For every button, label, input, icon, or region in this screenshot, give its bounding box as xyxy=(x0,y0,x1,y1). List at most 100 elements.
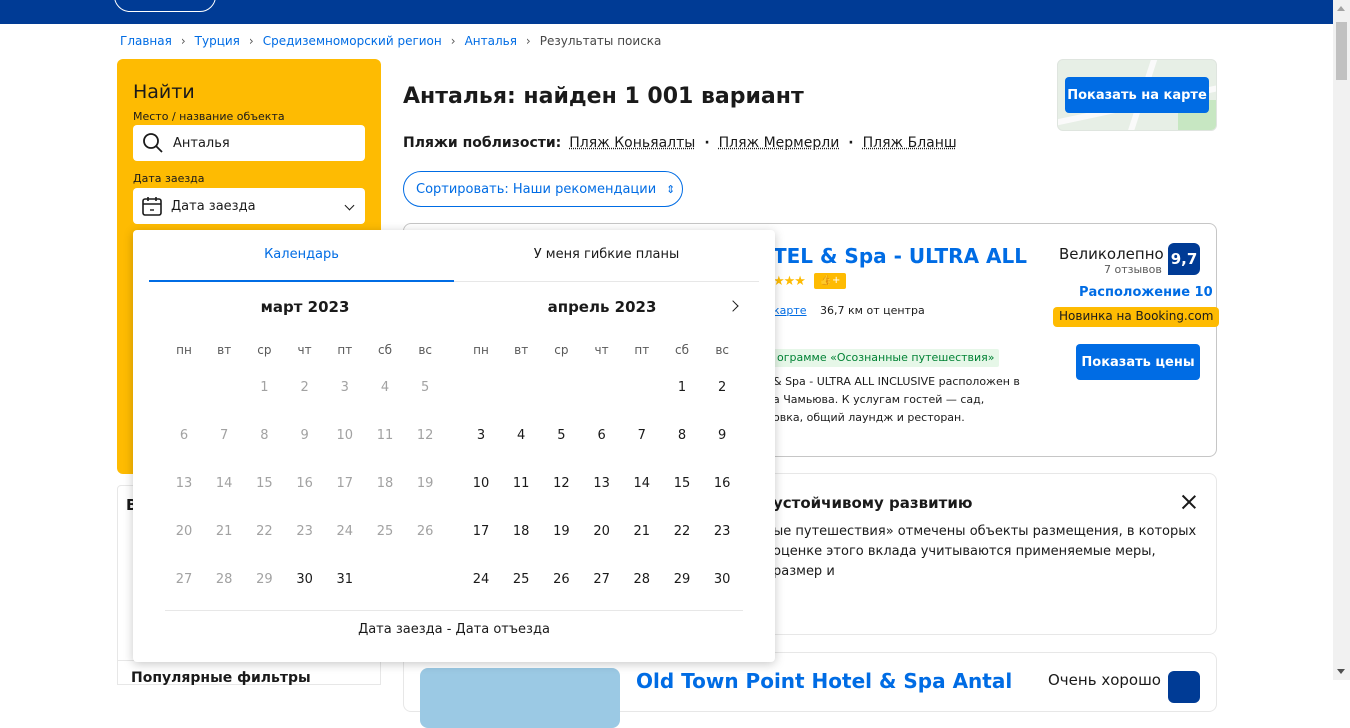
breadcrumb: Главная › Турция › Средиземноморский регио… xyxy=(120,34,661,48)
weekday-label: вс xyxy=(405,343,445,357)
calendar-day: 21 xyxy=(204,524,244,539)
chevron-right-icon: › xyxy=(181,34,186,48)
calendar-day: 25 xyxy=(365,524,405,539)
show-on-map-link[interactable]: карте xyxy=(773,304,807,317)
calendar-day[interactable]: 5 xyxy=(541,428,581,443)
desc-line: а Чамьюва. К услугам гостей — сад, xyxy=(773,391,1023,409)
calendar-day[interactable]: 31 xyxy=(325,572,365,587)
chevron-right-icon: › xyxy=(526,34,531,48)
weekday-label: чт xyxy=(582,343,622,357)
calendar-day[interactable]: 3 xyxy=(461,428,501,443)
beach-link[interactable]: Пляж Коньяалты xyxy=(569,135,695,151)
calendar-icon xyxy=(141,195,163,217)
show-on-map-button[interactable]: Показать на карте xyxy=(1065,77,1209,113)
calendar-day: 6 xyxy=(164,428,204,443)
place-value: Анталья xyxy=(173,136,230,151)
calendar-day: 29 xyxy=(244,572,284,587)
calendar-day[interactable]: 18 xyxy=(501,524,541,539)
beach-link[interactable]: Пляж Бланш xyxy=(863,135,957,151)
calendar-day[interactable]: 22 xyxy=(662,524,702,539)
location-score: Расположение 10 xyxy=(1079,285,1213,300)
beach-link[interactable]: Пляж Мермерли xyxy=(719,135,840,151)
weekday-label: ср xyxy=(244,343,284,357)
desc-line: & Spa - ULTRA ALL INCLUSIVE расположен в xyxy=(773,373,1023,391)
calendar-day: 7 xyxy=(204,428,244,443)
sustainability-text: ые путешествия» отмечены объекты размеще… xyxy=(773,522,1203,582)
calendar-day[interactable]: 10 xyxy=(461,476,501,491)
calendar-day[interactable]: 25 xyxy=(501,572,541,587)
calendar-day[interactable]: 30 xyxy=(702,572,742,587)
place-input[interactable]: Анталья xyxy=(133,125,365,161)
weekday-label: ср xyxy=(541,343,581,357)
calendar-day[interactable]: 30 xyxy=(285,572,325,587)
desc-line: овка, общий лаундж и ресторан. xyxy=(773,409,1023,427)
calendar-day[interactable]: 26 xyxy=(541,572,581,587)
scroll-thumb[interactable] xyxy=(1336,22,1347,80)
calendar-day: 2 xyxy=(285,380,325,395)
tab-flexible[interactable]: У меня гибкие планы xyxy=(454,246,759,282)
tab-calendar[interactable]: Календарь xyxy=(149,246,454,282)
sort-button[interactable]: Сортировать: Наши рекомендации ⇕ xyxy=(403,171,683,207)
calendar-day[interactable]: 12 xyxy=(541,476,581,491)
calendar-day[interactable]: 17 xyxy=(461,524,501,539)
calendar-day: 16 xyxy=(285,476,325,491)
breadcrumb-region[interactable]: Средиземноморский регион xyxy=(263,34,442,48)
distance-text: 36,7 км от центра xyxy=(820,304,925,317)
weekday-label: вс xyxy=(702,343,742,357)
sort-label: Сортировать: Наши рекомендации xyxy=(416,182,656,197)
calendar-day[interactable]: 14 xyxy=(622,476,662,491)
review-score xyxy=(1168,671,1200,703)
calendar-day: 3 xyxy=(325,380,365,395)
calendar-day[interactable]: 23 xyxy=(702,524,742,539)
calendar-day[interactable]: 2 xyxy=(702,380,742,395)
selected-dates-summary: Дата заезда - Дата отъезда xyxy=(133,622,775,637)
calendar-day[interactable]: 9 xyxy=(702,428,742,443)
calendar-day[interactable]: 20 xyxy=(582,524,622,539)
hotel-description: & Spa - ULTRA ALL INCLUSIVE расположен в… xyxy=(773,373,1023,427)
calendar-day: 9 xyxy=(285,428,325,443)
weekday-label: сб xyxy=(662,343,702,357)
calendar-day[interactable]: 27 xyxy=(582,572,622,587)
calendar-day[interactable]: 24 xyxy=(461,572,501,587)
calendar-day: 28 xyxy=(204,572,244,587)
calendar-day: 10 xyxy=(325,428,365,443)
hotel-name-link[interactable]: TEL & Spa - ULTRA ALL xyxy=(773,244,1027,268)
calendar-day[interactable]: 13 xyxy=(582,476,622,491)
calendar-day[interactable]: 29 xyxy=(662,572,702,587)
popular-filters-title: Популярные фильтры xyxy=(131,670,311,686)
breadcrumb-home[interactable]: Главная xyxy=(120,34,172,48)
page-scrollbar[interactable] xyxy=(1333,0,1350,680)
calendar-day[interactable]: 16 xyxy=(702,476,742,491)
calendar-day[interactable]: 1 xyxy=(662,380,702,395)
breadcrumb-country[interactable]: Турция xyxy=(195,34,240,48)
hotel-photo[interactable] xyxy=(420,668,620,728)
show-prices-button[interactable]: Показать цены xyxy=(1076,344,1200,380)
date-value: Дата заезда xyxy=(171,199,256,214)
calendar-day[interactable]: 11 xyxy=(501,476,541,491)
calendar-day[interactable]: 19 xyxy=(541,524,581,539)
calendar-day[interactable]: 6 xyxy=(582,428,622,443)
date-picker-field[interactable]: Дата заезда xyxy=(133,188,365,224)
calendar-day[interactable]: 8 xyxy=(662,428,702,443)
weekday-label: чт xyxy=(285,343,325,357)
calendar-day[interactable]: 4 xyxy=(501,428,541,443)
breadcrumb-city[interactable]: Анталья xyxy=(465,34,517,48)
scroll-down-arrow-icon[interactable] xyxy=(1337,669,1345,674)
calendar-day[interactable]: 15 xyxy=(662,476,702,491)
calendar-day: 26 xyxy=(405,524,445,539)
date-picker-popup: Календарь У меня гибкие планы март 2023 … xyxy=(133,230,775,662)
scroll-up-arrow-icon[interactable] xyxy=(1337,6,1345,11)
calendar-day: 23 xyxy=(285,524,325,539)
sustainability-badge[interactable]: ограмме «Осознанные путешествия» xyxy=(773,349,999,367)
place-label: Место / название объекта xyxy=(133,110,285,123)
calendar-day[interactable]: 21 xyxy=(622,524,662,539)
sustain-line: ые путешествия» отмечены объекты размеще… xyxy=(773,522,1203,542)
calendar-day[interactable]: 7 xyxy=(622,428,662,443)
calendar-day[interactable]: 28 xyxy=(622,572,662,587)
sustainability-title: устойчивому развитию xyxy=(773,494,972,512)
header-account-button[interactable] xyxy=(114,0,216,12)
calendar-day: 20 xyxy=(164,524,204,539)
hotel-name-link[interactable]: Old Town Point Hotel & Spa Antal xyxy=(636,669,1012,693)
breadcrumb-current: Результаты поиска xyxy=(540,34,662,48)
close-icon[interactable] xyxy=(1181,494,1197,510)
